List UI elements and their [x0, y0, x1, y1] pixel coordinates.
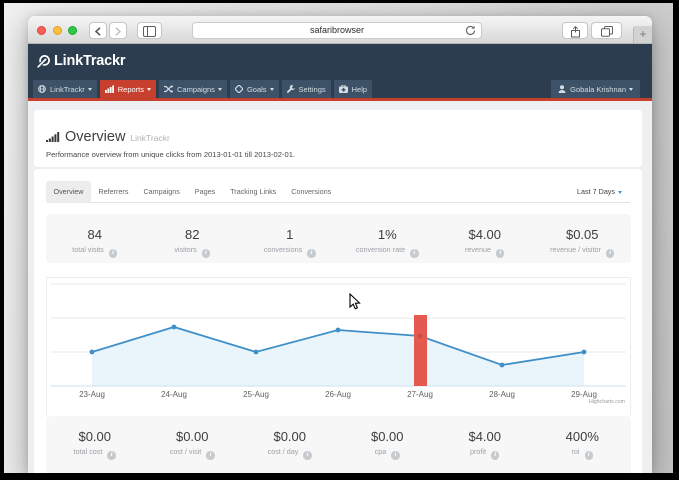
- svg-text:26-Aug: 26-Aug: [325, 390, 351, 399]
- svg-text:Highcharts.com: Highcharts.com: [589, 399, 625, 405]
- svg-text:23-Aug: 23-Aug: [79, 390, 105, 399]
- svg-text:24-Aug: 24-Aug: [161, 390, 187, 399]
- svg-text:29-Aug: 29-Aug: [571, 390, 597, 399]
- svg-text:28-Aug: 28-Aug: [489, 390, 515, 399]
- svg-text:25-Aug: 25-Aug: [243, 390, 269, 399]
- svg-text:27-Aug: 27-Aug: [407, 390, 433, 399]
